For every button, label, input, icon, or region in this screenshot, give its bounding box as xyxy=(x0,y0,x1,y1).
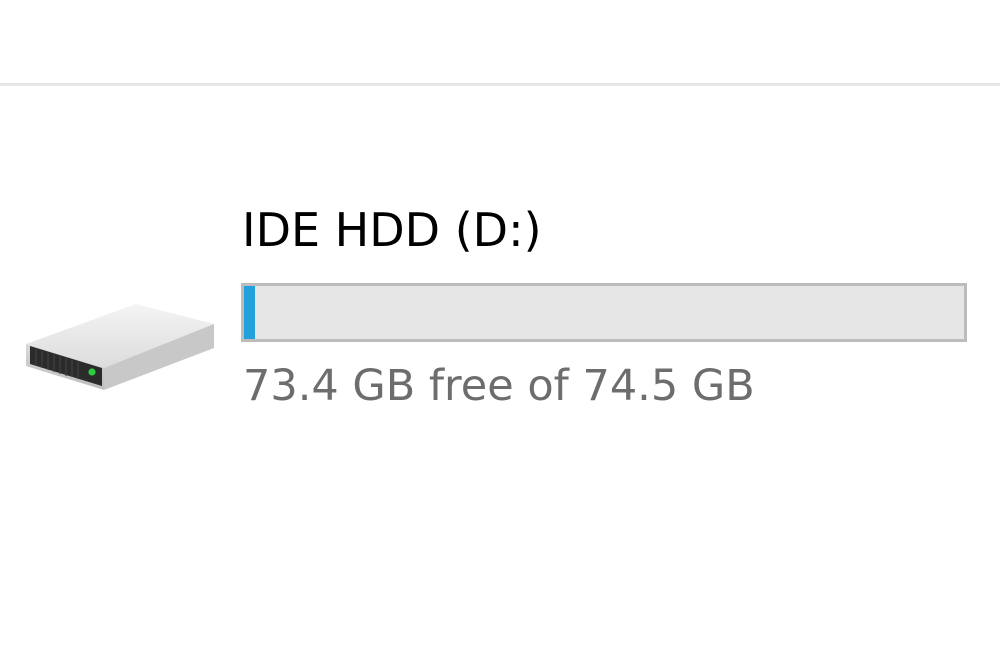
storage-usage-bar xyxy=(241,283,967,342)
divider xyxy=(0,83,1000,86)
hard-drive-icon xyxy=(24,300,216,392)
drive-tile[interactable]: IDE HDD (D:) 73.4 GB free of 74.5 GB xyxy=(0,190,1000,430)
drive-free-space: 73.4 GB free of 74.5 GB xyxy=(243,361,755,411)
drive-name: IDE HDD (D:) xyxy=(242,203,542,257)
status-led xyxy=(88,368,96,376)
storage-usage-fill xyxy=(244,286,255,339)
file-explorer-view: IDE HDD (D:) 73.4 GB free of 74.5 GB xyxy=(0,0,1000,667)
